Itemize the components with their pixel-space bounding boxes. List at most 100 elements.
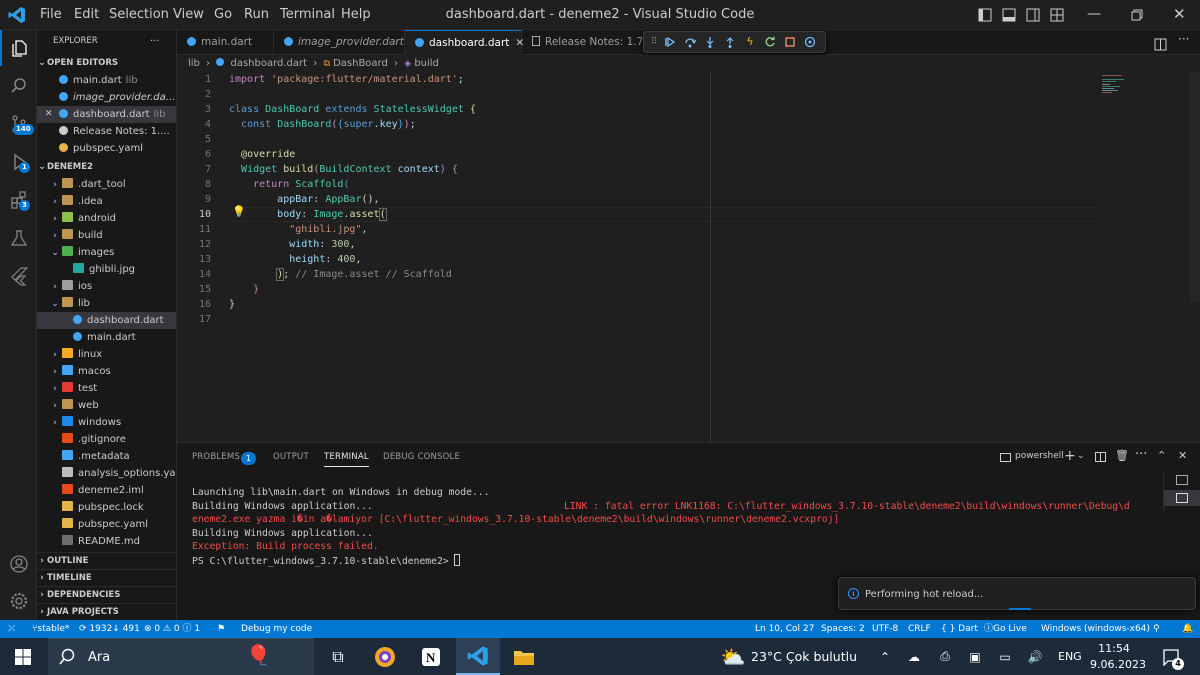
firefox-icon[interactable] — [372, 638, 398, 675]
settings-gear-icon[interactable] — [0, 583, 37, 619]
notion-icon[interactable]: N — [418, 638, 444, 675]
open-editor-item[interactable]: Release Notes: 1.... — [37, 123, 176, 140]
notifications-bell-icon[interactable]: 🔔 — [1182, 620, 1193, 638]
open-editor-item[interactable]: image_provider.da... — [37, 89, 176, 106]
go-live-button[interactable]: ⓘ Go Live — [984, 620, 1027, 638]
breadcrumb-folder[interactable]: lib — [188, 58, 200, 69]
encoding-status[interactable]: UTF-8 — [872, 620, 898, 638]
tree-item[interactable]: › windows — [37, 414, 176, 431]
tab-debug-console[interactable]: DEBUG CONSOLE — [383, 452, 460, 462]
terminal-instance-selected[interactable] — [1164, 490, 1200, 506]
terminal-dropdown-icon[interactable]: ⌄ — [1077, 451, 1085, 461]
drag-handle-icon[interactable]: ⠿ — [648, 36, 660, 48]
kill-terminal-icon[interactable]: 🗑 — [1115, 449, 1129, 462]
weather-text[interactable]: 23°C Çok bulutlu — [751, 649, 857, 664]
tree-item[interactable]: › .dart_tool — [37, 176, 176, 193]
screen-capture-icon[interactable]: ▣ — [966, 638, 984, 675]
menu-selection[interactable]: Selection — [109, 0, 169, 30]
tree-item[interactable]: ghibli.jpg — [37, 261, 176, 278]
accounts-feedback-icon[interactable]: ⚲ — [1153, 620, 1160, 638]
taskbar-search-box[interactable]: Ara 🎈 — [48, 638, 314, 675]
cursor-position[interactable]: Ln 10, Col 27 — [755, 620, 814, 638]
tree-item[interactable]: › ios — [37, 278, 176, 295]
tree-item[interactable]: pubspec.lock — [37, 499, 176, 516]
problems-status[interactable]: ⊗ 0 ⚠ 0 ⓘ 1 — [144, 620, 200, 638]
tree-item[interactable]: ⌄ lib — [37, 295, 176, 312]
toggle-panel-icon[interactable] — [1002, 7, 1018, 23]
devtools-search-icon[interactable] — [804, 36, 816, 48]
tree-item[interactable]: README.md — [37, 533, 176, 550]
step-over-icon[interactable] — [684, 36, 697, 48]
menu-file[interactable]: File — [40, 0, 62, 30]
project-header[interactable]: ⌄DENEME2 — [37, 159, 176, 176]
account-icon[interactable] — [0, 546, 37, 582]
tab-terminal[interactable]: TERMINAL — [324, 452, 369, 467]
sync-status[interactable]: ⟳ 1932↓ 491 — [79, 620, 140, 638]
open-editor-item[interactable]: main.dart lib — [37, 72, 176, 89]
minimize-icon[interactable]: — — [1087, 7, 1103, 23]
customize-layout-icon[interactable] — [1050, 7, 1066, 23]
restore-icon[interactable] — [1130, 7, 1146, 23]
tab-main-dart[interactable]: main.dart — [177, 30, 274, 55]
close-window-icon[interactable]: ✕ — [1173, 7, 1189, 23]
tab-dashboard-dart[interactable]: dashboard.dart ✕ — [405, 30, 524, 55]
clock[interactable]: 11:54 9.06.2023 — [1090, 641, 1146, 673]
tree-item[interactable]: deneme2.iml — [37, 482, 176, 499]
source-control-icon[interactable]: 140 — [0, 106, 37, 142]
testing-icon[interactable] — [0, 220, 37, 256]
tree-item[interactable]: dashboard.dart — [37, 312, 176, 329]
vscode-taskbar-icon[interactable] — [456, 638, 500, 675]
tree-item[interactable]: › android — [37, 210, 176, 227]
breadcrumb-method[interactable]: build — [414, 58, 439, 69]
step-into-icon[interactable] — [704, 36, 716, 48]
tab-output[interactable]: OUTPUT — [273, 452, 309, 462]
open-editor-item[interactable]: ✕ dashboard.dart lib — [37, 106, 176, 123]
tab-problems[interactable]: PROBLEMS — [192, 452, 240, 462]
tree-item[interactable]: main.dart — [37, 329, 176, 346]
maximize-panel-icon[interactable]: ⌃ — [1157, 449, 1166, 462]
terminal-instance-icon[interactable] — [1176, 475, 1188, 485]
open-editor-item[interactable]: pubspec.yaml — [37, 140, 176, 157]
tab-image-provider[interactable]: image_provider.dart — [274, 30, 405, 55]
tree-item[interactable]: › linux — [37, 346, 176, 363]
menu-view[interactable]: View — [173, 0, 204, 30]
search-icon[interactable] — [0, 68, 37, 104]
step-out-icon[interactable] — [724, 36, 736, 48]
toggle-secondary-sidebar-icon[interactable] — [1026, 7, 1042, 23]
stop-icon[interactable] — [784, 36, 796, 48]
menu-help[interactable]: Help — [341, 0, 371, 30]
onedrive-sync-icon[interactable]: ☁ — [905, 638, 923, 675]
outline-section[interactable]: › OUTLINE — [37, 552, 176, 569]
vertical-scrollbar[interactable] — [1190, 72, 1200, 302]
menu-go[interactable]: Go — [214, 0, 232, 30]
run-debug-icon[interactable]: 1 — [0, 144, 37, 180]
flutter-icon[interactable] — [0, 258, 37, 294]
close-panel-icon[interactable]: ✕ — [1178, 449, 1187, 462]
menu-edit[interactable]: Edit — [74, 0, 99, 30]
split-editor-icon[interactable] — [1154, 36, 1168, 51]
windows-start-icon[interactable] — [10, 638, 36, 675]
indentation-status[interactable]: Spaces: 2 — [821, 620, 865, 638]
more-panel-actions-icon[interactable]: ··· — [1135, 447, 1147, 462]
minimap[interactable] — [1102, 74, 1130, 96]
code-editor[interactable]: 1 2 3 4 5 6 7 8 9 10 11 12 13 14 15 16 17 💡 import 'pack… — [177, 72, 1200, 442]
notification-center-icon[interactable]: 4 — [1158, 638, 1184, 675]
show-hidden-icons[interactable]: ⌃ — [877, 638, 893, 675]
weather-icon[interactable]: ⛅ — [719, 638, 747, 675]
volume-icon[interactable]: 🔊 — [1026, 638, 1044, 675]
dependencies-section[interactable]: › DEPENDENCIES — [37, 586, 176, 603]
breadcrumb-class[interactable]: DashBoard — [333, 58, 388, 69]
open-editors-header[interactable]: ⌄OPEN EDITORS — [37, 55, 176, 72]
continue-icon[interactable] — [664, 36, 676, 48]
breadcrumb-file[interactable]: dashboard.dart — [230, 58, 307, 69]
terminal-shell-label[interactable]: powershell — [1015, 451, 1064, 461]
tree-item[interactable]: analysis_options.ya... — [37, 465, 176, 482]
new-terminal-icon[interactable]: + — [1064, 448, 1076, 464]
hot-reload-icon[interactable]: ϟ — [744, 36, 756, 48]
tree-item[interactable]: .gitignore — [37, 431, 176, 448]
tab-release-notes[interactable]: Release Notes: 1.79.0 — [522, 30, 660, 55]
extensions-icon[interactable]: 3 — [0, 182, 37, 218]
menu-terminal[interactable]: Terminal — [280, 0, 335, 30]
more-actions-icon[interactable]: ··· — [150, 33, 170, 50]
task-view-icon[interactable]: ⧉ — [325, 638, 351, 675]
